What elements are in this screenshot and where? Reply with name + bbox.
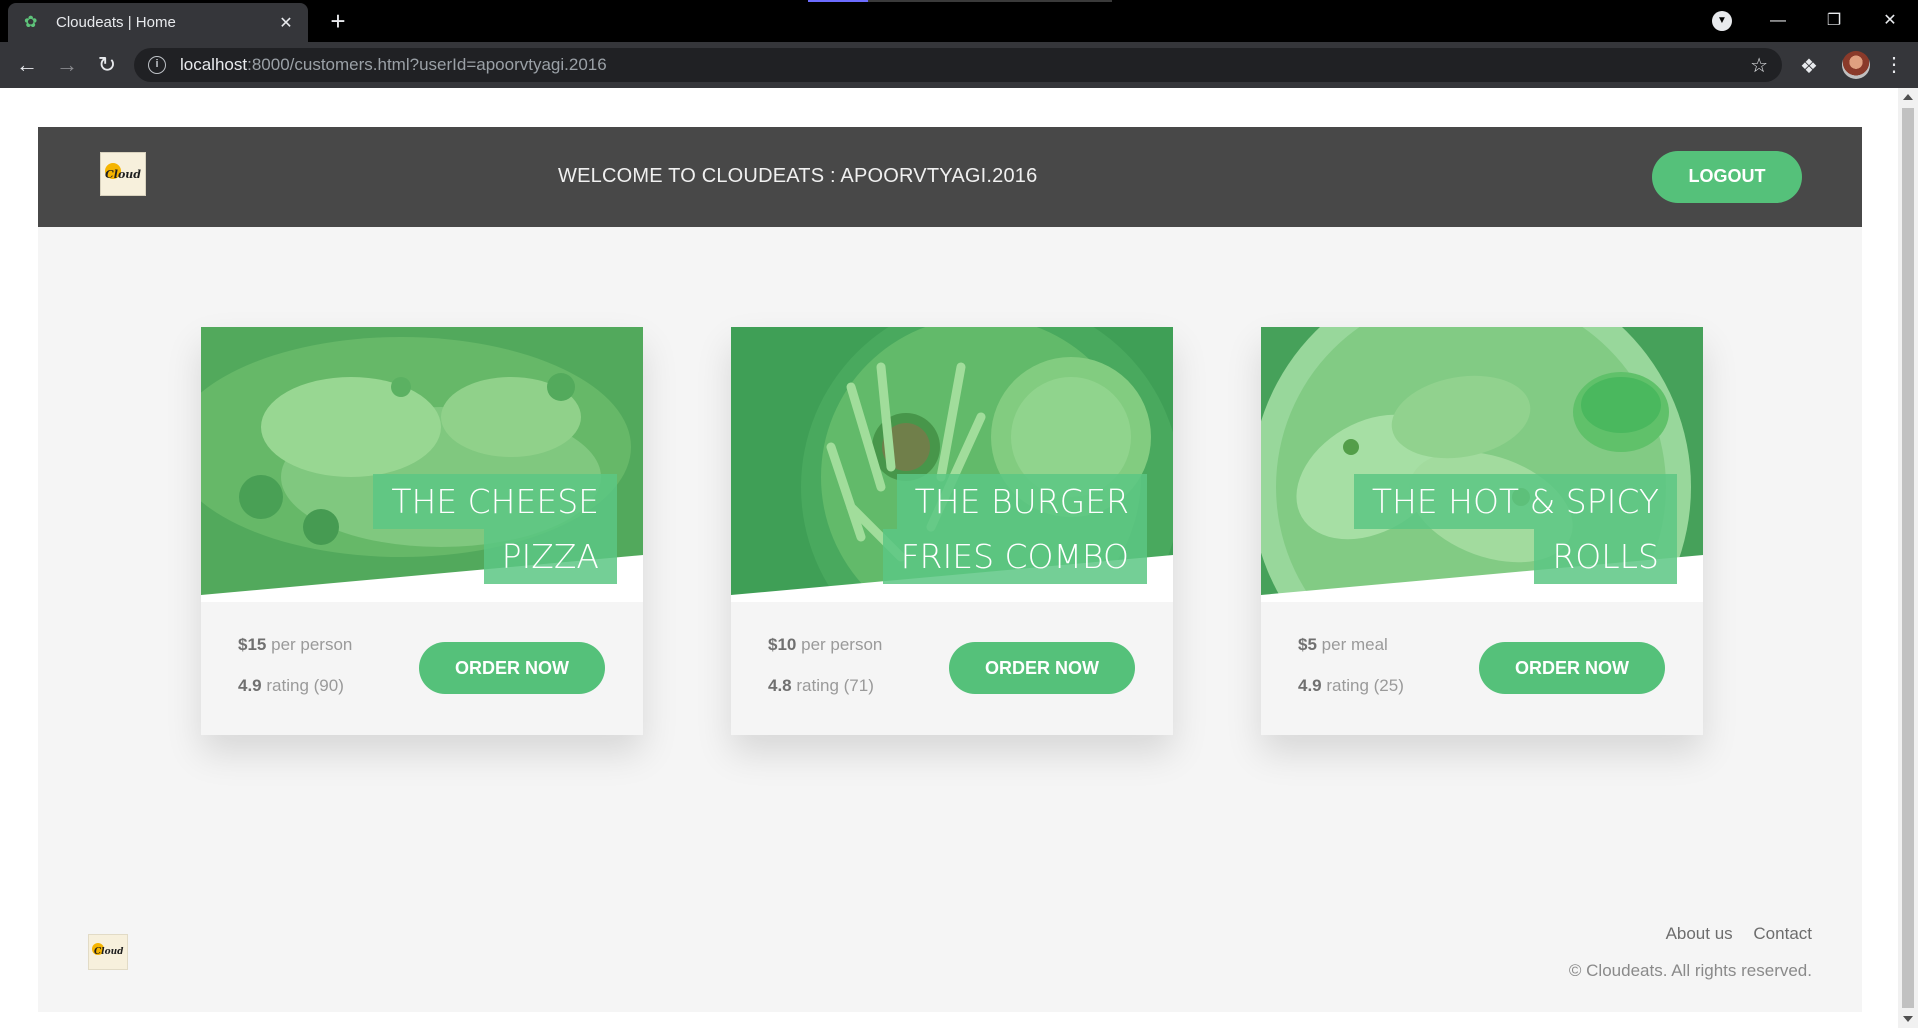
menu-card-burger-fries: THE BURGER FRIES COMBO $10 per person 4.… — [731, 327, 1173, 735]
menu-card-hot-spicy-rolls: THE HOT & SPICY ROLLS $5 per meal 4.9 ra… — [1261, 327, 1703, 735]
forward-button[interactable]: → — [52, 50, 82, 80]
window-title-strip — [808, 0, 868, 2]
page-viewport: Cloud WELCOME TO CLOUDEATS : APOORVTYAGI… — [0, 88, 1898, 1028]
cloudeats-logo[interactable]: Cloud — [100, 152, 146, 196]
card-price: $15 per person — [238, 635, 353, 654]
card-price: $5 per meal — [1298, 635, 1388, 654]
card-rating: 4.8 rating (71) — [768, 676, 874, 695]
card-price: $10 per person — [768, 635, 883, 654]
address-bar[interactable]: i localhost:8000/customers.html?userId=a… — [134, 48, 1782, 82]
card-rating: 4.9 rating (90) — [238, 676, 344, 695]
footer-logo[interactable]: Cloud — [88, 934, 128, 970]
scroll-down-icon[interactable] — [1903, 1016, 1913, 1022]
welcome-message: WELCOME TO CLOUDEATS : APOORVTYAGI.2016 — [558, 165, 1038, 187]
logout-button[interactable]: LOGOUT — [1652, 151, 1802, 203]
card-title: THE HOT & SPICY ROLLS — [1353, 474, 1677, 584]
contact-link[interactable]: Contact — [1753, 924, 1812, 943]
extensions-puzzle-icon[interactable]: ❖ — [1800, 54, 1818, 79]
tab-title: Cloudeats | Home — [56, 14, 176, 31]
reload-button[interactable]: ↻ — [92, 50, 122, 80]
url-text[interactable]: localhost:8000/customers.html?userId=apo… — [180, 55, 1750, 75]
window-title-strip — [868, 0, 1112, 2]
new-tab-button[interactable]: + — [324, 6, 352, 36]
site-info-icon[interactable]: i — [148, 56, 166, 74]
card-rating: 4.9 rating (25) — [1298, 676, 1404, 695]
close-window-button[interactable]: ✕ — [1868, 6, 1912, 36]
about-us-link[interactable]: About us — [1666, 924, 1733, 943]
order-now-button[interactable]: ORDER NOW — [419, 642, 605, 694]
browser-tab[interactable]: ✿ Cloudeats | Home ✕ — [8, 3, 308, 42]
close-tab-icon[interactable]: ✕ — [276, 13, 296, 33]
vertical-scrollbar[interactable] — [1898, 88, 1918, 1028]
restore-button[interactable]: ❐ — [1812, 6, 1856, 36]
back-button[interactable]: ← — [12, 50, 42, 80]
browser-menu-icon[interactable]: ⋮ — [1884, 51, 1904, 79]
footer-links: About us Contact — [1650, 924, 1812, 944]
order-now-button[interactable]: ORDER NOW — [1479, 642, 1665, 694]
media-control-icon[interactable]: ▼ — [1712, 11, 1732, 31]
profile-avatar[interactable] — [1842, 51, 1870, 79]
card-title: THE BURGER FRIES COMBO — [882, 474, 1147, 584]
site-header: Cloud WELCOME TO CLOUDEATS : APOORVTYAGI… — [38, 127, 1862, 227]
order-now-button[interactable]: ORDER NOW — [949, 642, 1135, 694]
bookmark-star-icon[interactable]: ☆ — [1750, 53, 1768, 78]
browser-toolbar: ← → ↻ i localhost:8000/customers.html?us… — [0, 42, 1918, 88]
scroll-up-icon[interactable] — [1903, 94, 1913, 100]
scrollbar-thumb[interactable] — [1902, 108, 1914, 1008]
card-title: THE CHEESE PIZZA — [373, 474, 617, 584]
copyright-text: © Cloudeats. All rights reserved. — [1568, 961, 1812, 980]
browser-titlebar: ✿ Cloudeats | Home ✕ + ▼ — ❐ ✕ — [0, 0, 1918, 42]
menu-card-cheese-pizza: THE CHEESE PIZZA $15 per person 4.9 rati… — [201, 327, 643, 735]
minimize-button[interactable]: — — [1756, 6, 1800, 36]
cloudeats-favicon-icon: ✿ — [24, 13, 38, 31]
site-container: Cloud WELCOME TO CLOUDEATS : APOORVTYAGI… — [38, 127, 1862, 1012]
